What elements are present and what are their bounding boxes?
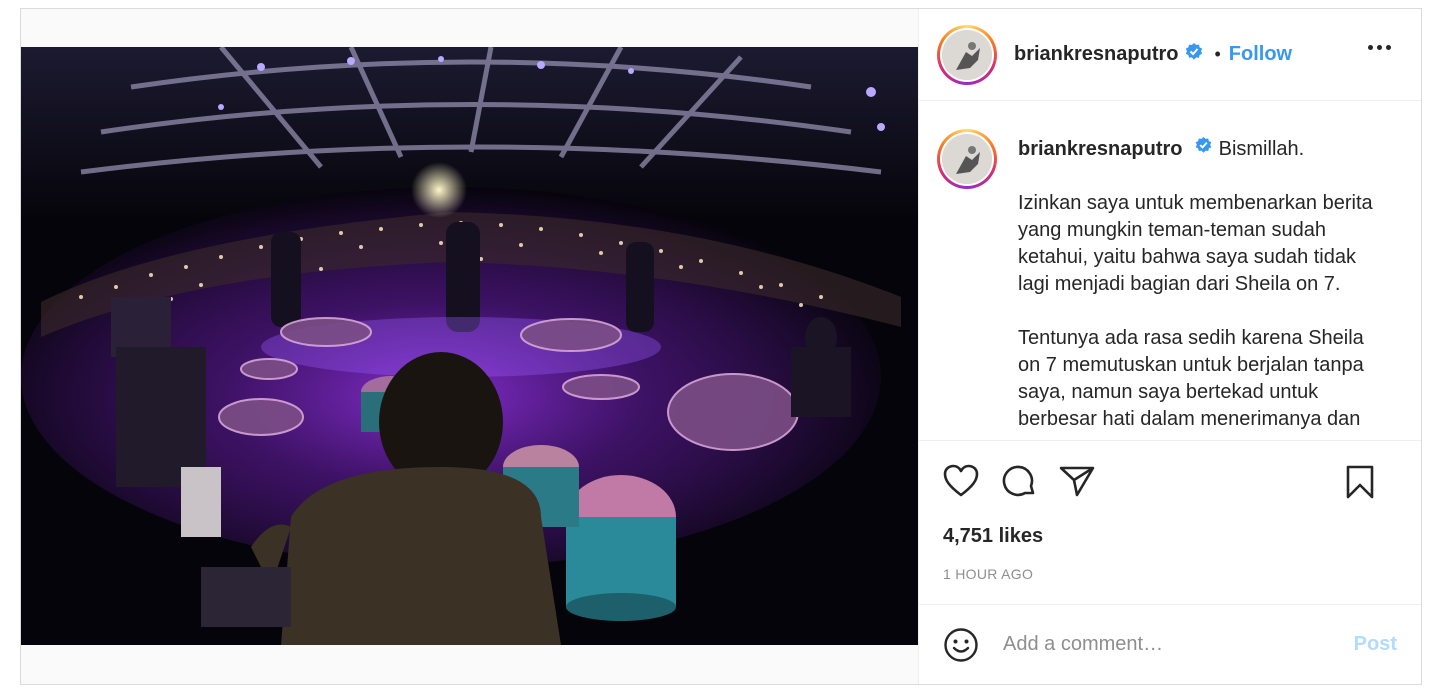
caption-area[interactable]: briankresnaputro Bismillah. Izinkan saya… — [919, 101, 1421, 441]
verified-badge-icon — [1194, 136, 1213, 163]
post-comment-button[interactable]: Post — [1354, 633, 1397, 656]
more-horizontal-icon[interactable] — [1368, 45, 1391, 50]
caption-first-line: Bismillah. — [1218, 138, 1305, 160]
avatar[interactable] — [937, 24, 997, 85]
caption-username[interactable]: briankresnaputro — [1018, 138, 1182, 160]
caption-text: briankresnaputro Bismillah. Izinkan saya… — [1018, 136, 1391, 440]
concert-photo[interactable] — [21, 47, 919, 645]
heart-icon[interactable] — [943, 464, 979, 498]
verified-badge-icon — [1184, 42, 1204, 67]
post-timestamp[interactable]: 1 HOUR AGO — [919, 566, 1421, 582]
avatar-image — [942, 29, 992, 80]
action-bar — [919, 441, 1421, 521]
instagram-post-embed: briankresnaputro • Follow briankresnaput… — [20, 8, 1422, 685]
follow-button[interactable]: Follow — [1229, 43, 1292, 66]
caption-paragraph: Tentunya ada rasa sedih karena Sheila on… — [1018, 327, 1364, 431]
header-username[interactable]: briankresnaputro — [1014, 43, 1178, 66]
likes-count[interactable]: 4,751 likes — [919, 525, 1421, 548]
post-header: briankresnaputro • Follow — [919, 9, 1421, 101]
caption-avatar-image — [942, 134, 992, 184]
post-media — [21, 9, 919, 684]
smiley-icon[interactable] — [943, 627, 979, 663]
bookmark-icon[interactable] — [1345, 465, 1375, 499]
separator-dot: • — [1214, 44, 1221, 64]
comment-input[interactable] — [1003, 633, 1323, 656]
comment-bar: Post — [919, 604, 1421, 684]
caption-avatar[interactable] — [937, 129, 997, 189]
send-icon[interactable] — [1059, 464, 1095, 498]
comment-bubble-icon[interactable] — [1001, 463, 1037, 499]
post-sidebar: briankresnaputro • Follow briankresnaput… — [918, 9, 1421, 684]
caption-paragraph: Izinkan saya untuk membenarkan berita ya… — [1018, 192, 1373, 296]
